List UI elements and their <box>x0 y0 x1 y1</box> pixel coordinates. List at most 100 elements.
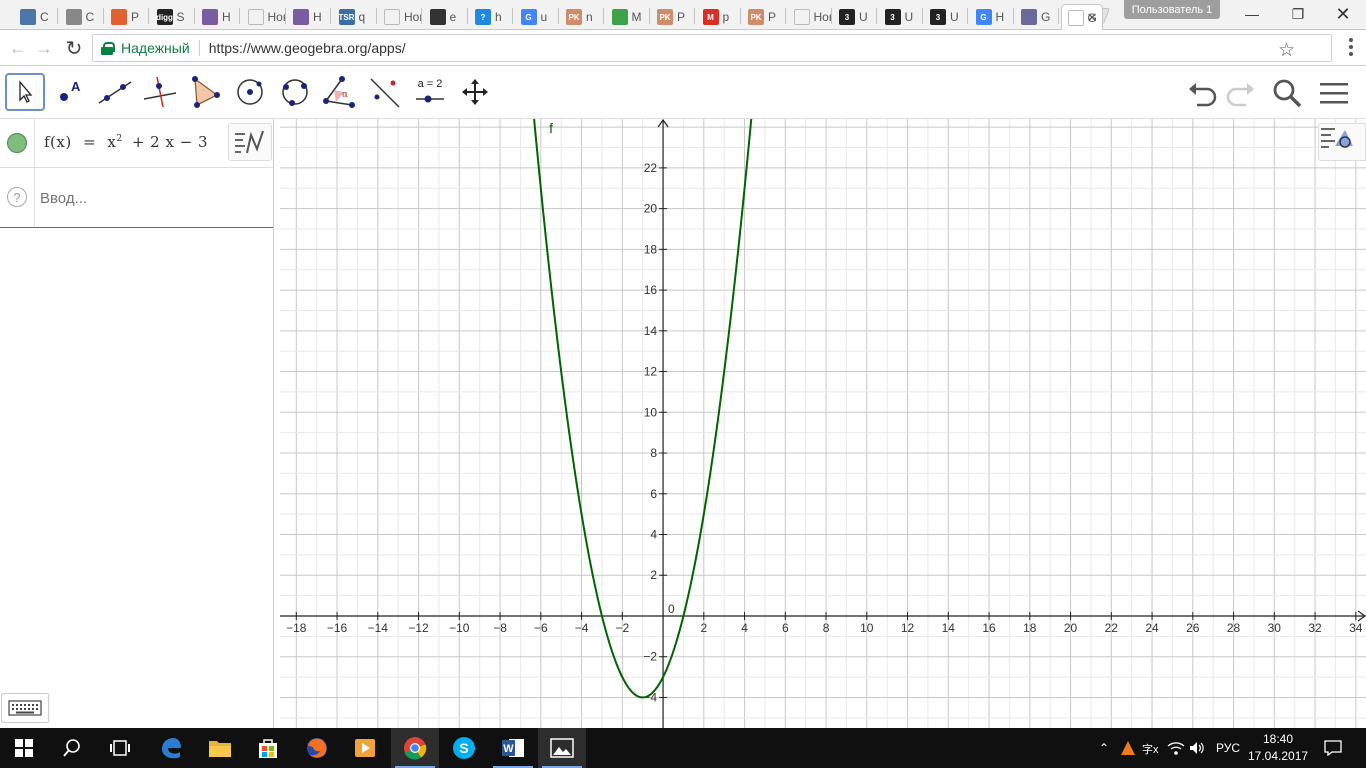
browser-tab[interactable]: C <box>60 4 104 30</box>
tab-strip: Пользователь 1 — ❐ ✕ C C PdiggS H Нова H TSRq Н… <box>0 0 1366 30</box>
row-margin-line <box>34 119 35 167</box>
algebra-view: f(x) = x2 + 2 x − 3 ? <box>0 119 274 728</box>
close-tab-icon[interactable]: ✕ <box>1087 10 1098 26</box>
graphics-style-bar-button[interactable] <box>1318 123 1366 161</box>
browser-tab-title: Нова <box>267 10 286 24</box>
x-tick-label: 22 <box>1105 621 1119 635</box>
algebra-input-row[interactable]: ? <box>0 168 273 228</box>
restore-icon[interactable]: ❐ <box>1275 0 1321 28</box>
browser-tab[interactable]: e <box>424 4 468 30</box>
firefox-app[interactable] <box>293 728 341 768</box>
x-tick-label: 8 <box>823 621 830 635</box>
svg-text:字x: 字x <box>1142 742 1159 756</box>
browser-tab[interactable]: PK P <box>742 4 786 30</box>
polygon-tool-button[interactable] <box>185 73 225 111</box>
browser-tab[interactable]: Нова <box>242 4 286 30</box>
browser-tab[interactable]: Нова <box>378 4 422 30</box>
y-tick-label: 4 <box>650 528 657 542</box>
browser-tab[interactable]: H <box>287 4 331 30</box>
move-graphics-view-tool-button[interactable] <box>455 73 495 111</box>
virtual-keyboard-button[interactable] <box>1 693 49 723</box>
browser-tab[interactable]: P <box>105 4 149 30</box>
circle-three-points-tool-button[interactable] <box>275 73 315 111</box>
input-help-icon[interactable]: ? <box>7 187 27 207</box>
bookmark-star-icon[interactable]: ☆ <box>1278 39 1295 62</box>
language-indicator[interactable]: РУС <box>1210 728 1246 768</box>
x-tick-label: 4 <box>741 621 748 635</box>
browser-tab[interactable]: PK P <box>651 4 695 30</box>
slider-tool-button[interactable]: a = 2 <box>410 73 450 111</box>
forward-button[interactable]: → <box>32 36 56 60</box>
media-player-app[interactable] <box>341 728 389 768</box>
algebra-row-function-f[interactable]: f(x) = x2 + 2 x − 3 <box>0 119 273 168</box>
visibility-toggle[interactable] <box>7 133 27 153</box>
browser-tab[interactable]: H <box>196 4 240 30</box>
close-window-icon[interactable]: ✕ <box>1320 0 1366 28</box>
browser-tab[interactable]: M <box>606 4 650 30</box>
angle-icon: α <box>323 76 355 108</box>
browser-tab[interactable]: C <box>14 4 58 30</box>
back-button[interactable]: ← <box>6 36 30 60</box>
algebra-input[interactable] <box>40 188 260 208</box>
address-bar[interactable]: Надежный https://www.geogebra.org/apps/ … <box>92 34 1332 62</box>
chrome-menu-icon[interactable] <box>1346 36 1356 58</box>
keyboard-icon <box>8 700 42 716</box>
algebra-style-bar-button[interactable] <box>228 123 272 161</box>
store-bag-icon <box>259 739 277 758</box>
browser-tab[interactable]: G ✕ <box>1060 4 1103 30</box>
tab-separator <box>1058 8 1059 24</box>
url-text[interactable]: https://www.geogebra.org/apps/ <box>209 40 406 56</box>
browser-tab[interactable]: Mp <box>697 4 741 30</box>
start-button[interactable] <box>0 728 48 768</box>
function-definition[interactable]: f(x) = x2 + 2 x − 3 <box>44 133 208 151</box>
browser-tab[interactable]: TSR q <box>333 4 377 30</box>
chrome-app[interactable] <box>391 728 439 768</box>
store-app[interactable] <box>244 728 292 768</box>
circle-tool-button[interactable] <box>230 73 270 111</box>
volume-icon[interactable] <box>1186 728 1208 768</box>
move-tool-button[interactable] <box>5 73 45 111</box>
tray-overflow-icon[interactable]: ⌃ <box>1093 728 1115 768</box>
minimize-icon[interactable]: — <box>1229 0 1275 28</box>
edge-app[interactable] <box>147 728 195 768</box>
file-explorer-app[interactable] <box>196 728 244 768</box>
green-ball-icon <box>611 9 628 25</box>
browser-tab[interactable]: Нова <box>788 4 832 30</box>
tab-separator <box>375 8 377 24</box>
browser-tab[interactable]: digg S <box>151 4 195 30</box>
angle-tool-button[interactable]: α <box>320 73 360 111</box>
browser-tab[interactable]: Gu <box>515 4 559 30</box>
profile-button[interactable]: Пользователь 1 <box>1124 0 1220 19</box>
reflect-tool-button[interactable] <box>365 73 405 111</box>
search-button[interactable] <box>1269 75 1305 111</box>
coordinate-plane[interactable]: −18 −16 −14 −12 −10 −8 −6 −4 −202 4 6 8 10 12 14 16 18 20… <box>280 119 1366 728</box>
perpendicular-tool-button[interactable] <box>140 73 180 111</box>
input-indicator-icon[interactable]: 字x <box>1140 728 1164 768</box>
task-view-button[interactable] <box>96 728 144 768</box>
point-tool-button[interactable]: A <box>50 73 90 111</box>
browser-tab[interactable]: G <box>1015 4 1059 30</box>
line-tool-button[interactable] <box>95 73 135 111</box>
slider-icon: a = 2 <box>416 78 444 103</box>
main-menu-button[interactable] <box>1316 75 1352 111</box>
svg-text:S: S <box>459 740 468 756</box>
undo-button[interactable] <box>1185 75 1221 111</box>
browser-tab[interactable]: ? h <box>469 4 513 30</box>
browser-tab[interactable]: 3U <box>833 4 877 30</box>
browser-tab[interactable]: PK n <box>560 4 604 30</box>
network-icon[interactable] <box>1165 728 1187 768</box>
tray-app-icon[interactable] <box>1117 728 1139 768</box>
graphics-view[interactable]: −18 −16 −14 −12 −10 −8 −6 −4 −2 0 2 4 6 8 10 12 14 16 18 20… <box>280 119 1366 728</box>
browser-tab[interactable]: GH <box>970 4 1014 30</box>
reload-button[interactable]: ↻ <box>62 36 86 60</box>
browser-tab[interactable]: 3U <box>924 4 968 30</box>
skype-app[interactable]: S <box>440 728 488 768</box>
browser-tab-title: H <box>313 10 322 24</box>
browser-tab[interactable]: 3U <box>879 4 923 30</box>
photos-app[interactable] <box>538 728 586 768</box>
redo-button[interactable] <box>1222 75 1258 111</box>
action-center-button[interactable] <box>1320 728 1346 768</box>
clock[interactable]: 18:40 17.04.2017 <box>1248 731 1308 765</box>
search-taskbar-button[interactable] <box>48 728 96 768</box>
word-app[interactable]: W <box>489 728 537 768</box>
